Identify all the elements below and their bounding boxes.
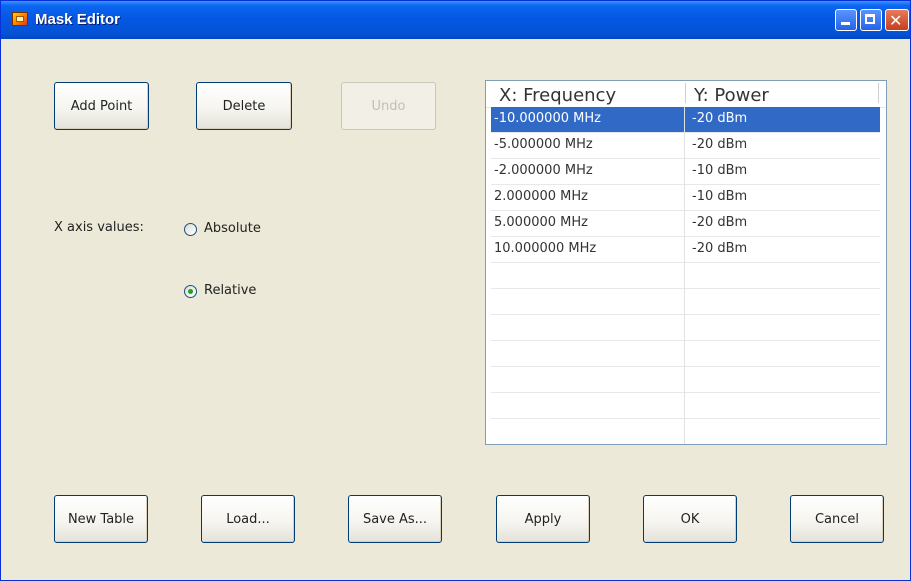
table-row[interactable]: 5.000000 MHz -20 dBm	[491, 211, 880, 237]
table-row-empty[interactable]	[491, 367, 880, 393]
radio-relative-circle[interactable]	[184, 285, 197, 298]
table-row-empty[interactable]	[491, 289, 880, 315]
maximize-button[interactable]	[860, 9, 882, 31]
close-icon: ✕	[889, 11, 903, 30]
table-row[interactable]: -2.000000 MHz -10 dBm	[491, 159, 880, 185]
column-header-y-power[interactable]: Y: Power	[694, 85, 769, 106]
minimize-icon	[841, 22, 850, 25]
radio-relative-label: Relative	[204, 283, 257, 298]
cell-x-frequency: -5.000000 MHz	[494, 137, 593, 152]
cell-x-frequency: 5.000000 MHz	[494, 215, 588, 230]
add-point-button[interactable]: Add Point	[54, 82, 149, 130]
cell-y-power: -10 dBm	[692, 189, 748, 204]
undo-button: Undo	[341, 82, 436, 130]
load-button[interactable]: Load...	[201, 495, 295, 543]
save-as-button[interactable]: Save As...	[348, 495, 442, 543]
cell-x-frequency: 2.000000 MHz	[494, 189, 588, 204]
app-icon	[12, 12, 28, 26]
table-row[interactable]: -10.000000 MHz -20 dBm	[491, 107, 880, 133]
cancel-button[interactable]: Cancel	[790, 495, 884, 543]
table-row-empty[interactable]	[491, 419, 880, 444]
cell-x-frequency: -10.000000 MHz	[494, 111, 601, 126]
cell-x-frequency: 10.000000 MHz	[494, 241, 597, 256]
maximize-icon	[865, 14, 875, 24]
column-separator[interactable]	[878, 83, 879, 103]
table-row-empty[interactable]	[491, 315, 880, 341]
cell-y-power: -20 dBm	[692, 111, 748, 126]
cell-y-power: -20 dBm	[692, 215, 748, 230]
delete-button[interactable]: Delete	[196, 82, 292, 130]
cell-y-power: -20 dBm	[692, 241, 748, 256]
minimize-button[interactable]	[835, 9, 857, 31]
ok-button[interactable]: OK	[643, 495, 737, 543]
table-header: X: Frequency Y: Power	[486, 81, 886, 108]
table-row-empty[interactable]	[491, 341, 880, 367]
new-table-button[interactable]: New Table	[54, 495, 148, 543]
radio-absolute[interactable]: Absolute	[184, 220, 284, 240]
window-title: Mask Editor	[35, 11, 121, 28]
cell-y-power: -10 dBm	[692, 163, 748, 178]
table-row[interactable]: 2.000000 MHz -10 dBm	[491, 185, 880, 211]
mask-points-table[interactable]: X: Frequency Y: Power -10.000000 MHz -20…	[485, 80, 887, 445]
apply-button[interactable]: Apply	[496, 495, 590, 543]
column-separator[interactable]	[685, 83, 686, 103]
radio-relative[interactable]: Relative	[184, 282, 284, 302]
radio-selected-dot	[188, 289, 193, 294]
x-axis-values-label: X axis values:	[54, 220, 144, 235]
table-row[interactable]: -5.000000 MHz -20 dBm	[491, 133, 880, 159]
column-header-x-frequency[interactable]: X: Frequency	[499, 85, 616, 106]
title-bar[interactable]: Mask Editor ✕	[1, 1, 910, 39]
table-row[interactable]: 10.000000 MHz -20 dBm	[491, 237, 880, 263]
radio-absolute-circle[interactable]	[184, 223, 197, 236]
table-row-empty[interactable]	[491, 393, 880, 419]
cell-x-frequency: -2.000000 MHz	[494, 163, 593, 178]
column-divider	[684, 107, 685, 444]
radio-absolute-label: Absolute	[204, 221, 261, 236]
cell-y-power: -20 dBm	[692, 137, 748, 152]
mask-editor-window: Mask Editor ✕ Add Point Delete Undo X ax…	[0, 0, 911, 581]
table-row-empty[interactable]	[491, 263, 880, 289]
close-button[interactable]: ✕	[885, 9, 909, 31]
